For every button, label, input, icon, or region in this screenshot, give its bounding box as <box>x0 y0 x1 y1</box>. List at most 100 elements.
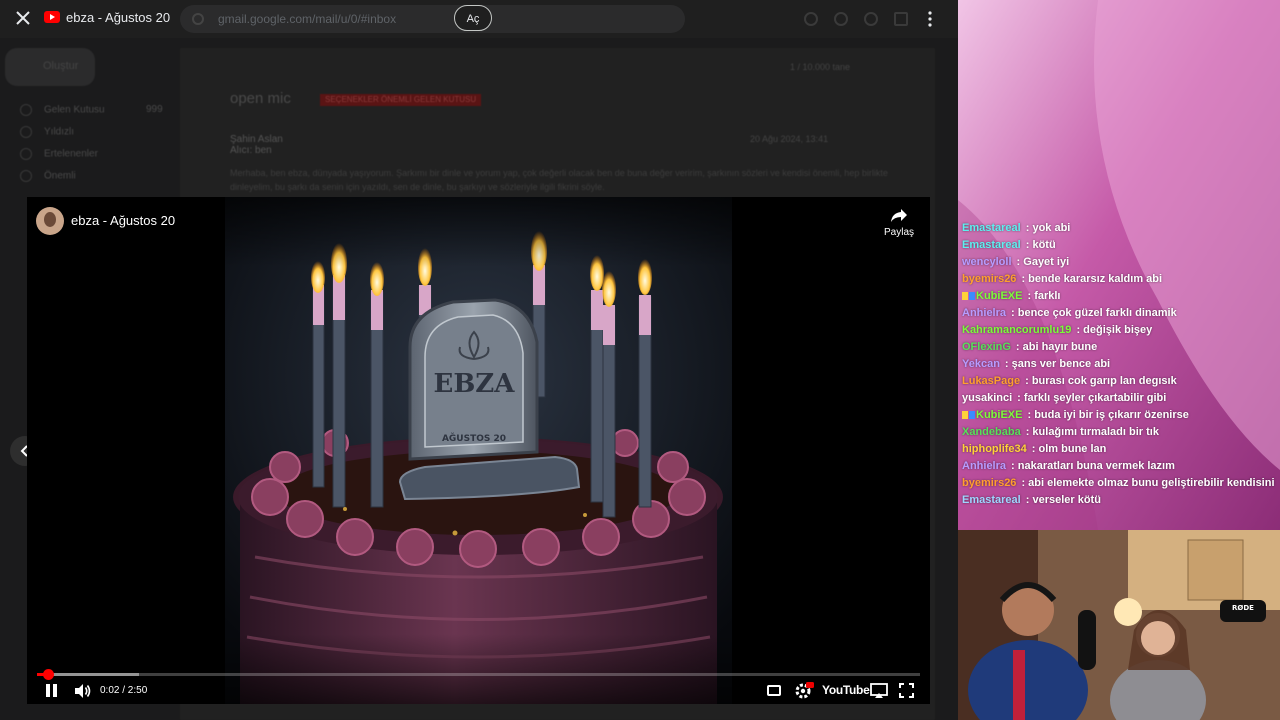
compose-label: Oluştur <box>43 60 79 72</box>
chat-message: yusakinci: farklı şeyler çıkartabilir gi… <box>962 392 1167 404</box>
chat-message: Yekcan: şans ver bence abi <box>962 358 1111 370</box>
window-title: ebza - Ağustos 20 <box>66 10 171 25</box>
video-title[interactable]: ebza - Ağustos 20 <box>71 213 175 228</box>
star-icon <box>20 126 32 138</box>
share-icon <box>891 209 907 222</box>
nav-inbox[interactable]: Gelen Kutusu 999 <box>20 104 163 118</box>
chat-text: farklı <box>1034 290 1061 302</box>
sub-badge-icon <box>962 411 968 420</box>
youtube-favicon-icon <box>44 11 60 23</box>
chat-text: olm bune lan <box>1038 443 1107 455</box>
chat-username[interactable]: Anhielra <box>962 460 1006 472</box>
help-icon[interactable] <box>804 12 818 26</box>
sub-badge-icon <box>969 411 975 420</box>
chat-username[interactable]: hiphoplife34 <box>962 443 1027 455</box>
chat-username[interactable]: OFlexinG <box>962 341 1011 353</box>
chat-username[interactable]: Emastareal <box>962 222 1021 234</box>
webcam-feed: RØDE <box>958 530 1280 720</box>
share-label: Paylaş <box>883 227 914 238</box>
chat-message: hiphoplife34: olm bune lan <box>962 443 1107 455</box>
chat-text: yok abi <box>1032 222 1071 234</box>
fullscreen-icon[interactable] <box>899 683 914 698</box>
apps-grid-icon[interactable] <box>894 12 908 26</box>
mail-count: 1 / 10.000 tane <box>790 62 851 72</box>
mail-date: 20 Ağu 2024, 13:41 <box>750 134 829 144</box>
chat-username[interactable]: yusakinci <box>962 392 1012 404</box>
chat-message: KubiEXE: buda iyi bir iş çıkarır özenirs… <box>962 407 1278 424</box>
chat-username[interactable]: wencyloll <box>962 256 1012 268</box>
chat-username[interactable]: KubiEXE <box>976 409 1022 421</box>
chat-text: buda iyi bir iş çıkarır özenirse <box>1034 409 1189 421</box>
search-icon <box>192 13 204 25</box>
chat-text: abi hayır bune <box>1022 341 1098 353</box>
more-vert-icon[interactable] <box>927 11 933 27</box>
chat-username[interactable]: Kahramancorumlu19 <box>962 324 1071 336</box>
chat-text: değişik bişey <box>1083 324 1153 336</box>
nav-important[interactable]: Önemli <box>20 170 76 184</box>
tombstone-subtext: AĞUSTOS 20 <box>442 432 506 444</box>
chat-message: OFlexinG: abi hayır bune <box>962 341 1098 353</box>
chat-text: burası cok garıp lan degısık <box>1031 375 1177 387</box>
chat-text: şans ver bence abi <box>1011 358 1111 370</box>
mail-sender: Şahin Aslan Alıcı: ben <box>230 134 283 156</box>
gemini-icon[interactable] <box>864 12 878 26</box>
pause-button[interactable] <box>45 684 59 698</box>
nav-starred[interactable]: Yıldızlı <box>20 126 74 140</box>
chat-username[interactable]: Emastareal <box>962 494 1021 506</box>
chat-text: bende kararsız kaldım abi <box>1028 273 1163 285</box>
chat-username[interactable]: Yekcan <box>962 358 1000 370</box>
chat-message: Anhielra: bence çok güzel farklı dinamik <box>962 307 1177 319</box>
browser-window: Oluştur Gelen Kutusu 999 Yıldızlı Ertelen… <box>0 0 958 720</box>
chat-text: bence çok güzel farklı dinamik <box>1017 307 1177 319</box>
chat-message: LukasPage: burası cok garıp lan degısık <box>962 375 1177 387</box>
chat-username[interactable]: KubiEXE <box>976 290 1022 302</box>
chat-message: byemirs26: bende kararsız kaldım abi <box>962 273 1163 285</box>
chat-text: verseler kötü <box>1032 494 1101 506</box>
stream-overlay: Emastareal: yok abi Emastareal: kötü wency… <box>958 0 1280 720</box>
chat-username[interactable]: byemirs26 <box>962 477 1016 489</box>
share-button[interactable]: Paylaş <box>875 207 923 241</box>
mic-brand: RØDE <box>1232 604 1254 612</box>
chat-username[interactable]: LukasPage <box>962 375 1020 387</box>
chat-message: Emastareal: verseler kötü <box>962 494 1101 506</box>
channel-avatar[interactable] <box>36 207 64 235</box>
chat-text: abi elemekte olmaz bunu geliştirebilir k… <box>1028 477 1275 489</box>
sub-badge-icon <box>962 292 968 301</box>
time-display: 0:02 / 2:50 <box>100 685 148 696</box>
chat-text: Gayet iyi <box>1023 256 1070 268</box>
chat-message: byemirs26: abi elemekte olmaz bunu geliş… <box>962 477 1275 489</box>
tombstone-text: EBZA <box>434 369 516 399</box>
nav-snoozed[interactable]: Ertelenenler <box>20 148 98 162</box>
open-button[interactable]: Aç <box>454 5 492 31</box>
chat-username[interactable]: Emastareal <box>962 239 1021 251</box>
chat-text: farklı şeyler çıkartabilir gibi <box>1023 392 1167 404</box>
close-icon[interactable] <box>14 9 32 27</box>
chat-message: Emastareal: kötü <box>962 239 1056 251</box>
chat-username[interactable]: Xandebaba <box>962 426 1021 438</box>
chat-message: Emastareal: yok abi <box>962 222 1071 234</box>
video-player[interactable]: EBZA AĞUSTOS 20 ebza - Ağustos 20 Paylaş… <box>27 197 930 704</box>
mail-body: Merhaba, ben ebza, dünyada yaşıyorum. Şa… <box>230 168 888 192</box>
youtube-logo[interactable]: YouTube <box>822 683 870 697</box>
chat-text: nakaratları buna vermek lazım <box>1017 460 1175 472</box>
compose-button[interactable]: Oluştur <box>5 48 95 86</box>
settings-icon[interactable] <box>794 682 814 700</box>
progress-scrubber[interactable] <box>42 669 54 680</box>
chat-message: wencyloll: Gayet iyi <box>962 256 1070 268</box>
chat-username[interactable]: byemirs26 <box>962 273 1016 285</box>
cast-icon[interactable] <box>870 683 888 699</box>
progress-bar[interactable] <box>37 669 920 680</box>
subtitles-button[interactable] <box>767 685 781 696</box>
top-bar: ebza - Ağustos 20 gmail.google.com/mail/… <box>0 0 958 38</box>
important-icon <box>20 170 32 182</box>
chat-message: Xandebaba: kulağımı tırmaladı bir tık <box>962 426 1159 438</box>
chat-message: KubiEXE: farklı <box>962 288 1278 305</box>
mail-label[interactable]: SEÇENEKLER ÖNEMLİ GELEN KUTUSU <box>320 94 482 106</box>
mail-subject: open mic <box>230 90 291 107</box>
address-bar[interactable]: gmail.google.com/mail/u/0/#inbox <box>180 5 685 33</box>
settings-icon[interactable] <box>834 12 848 26</box>
chat-message: Anhielra: nakaratları buna vermek lazım <box>962 460 1175 472</box>
chat-username[interactable]: Anhielra <box>962 307 1006 319</box>
video-frame: EBZA AĞUSTOS 20 <box>225 197 732 704</box>
volume-icon[interactable] <box>73 682 91 700</box>
